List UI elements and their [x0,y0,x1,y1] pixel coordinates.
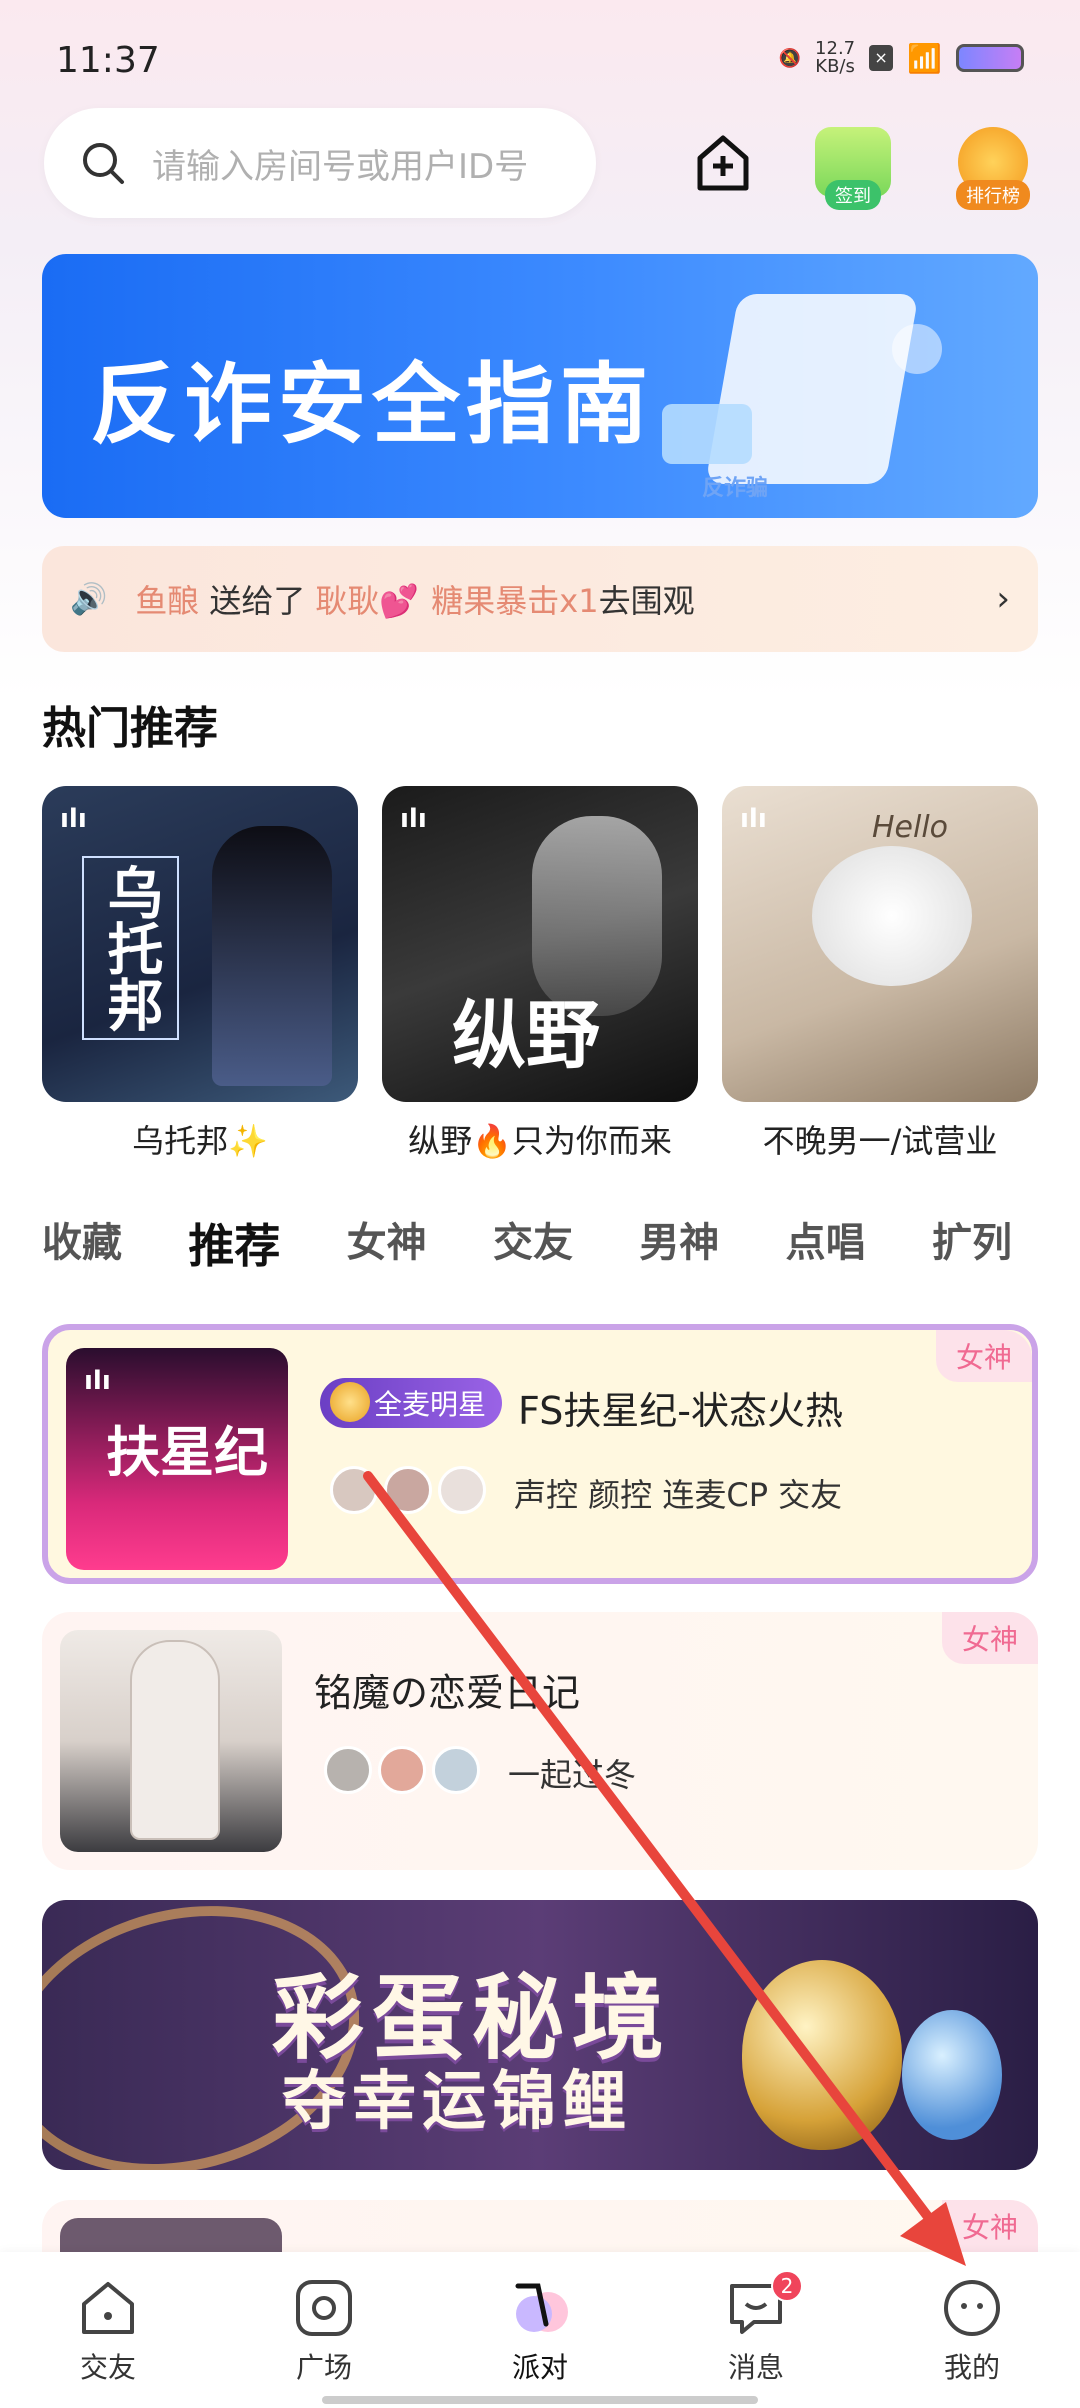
hot-room-card[interactable]: ılı Hello 不晚男一/试营业 [722,786,1038,1162]
net-speed-unit: KB/s [815,56,855,77]
section-title: 热门推荐 [42,703,218,754]
avatar [432,1746,480,1794]
nav-label: 广场 [295,2351,352,2384]
notice-user2: 耿耿💕 [315,582,420,620]
room-thumb: ılı 扶星纪 [66,1348,288,1570]
search-bar[interactable]: 请输入房间号或用户ID号 [44,108,596,218]
checkin-label: 签到 [825,180,881,210]
hot-room-image: ılı 乌托邦 [42,786,358,1102]
avatar [384,1466,432,1514]
tab-sing[interactable]: 点唱 [786,1210,866,1276]
notice-gift: 糖果暴击x1 [431,582,599,620]
audio-bars-icon: ılı [400,804,427,834]
tab-favorites[interactable]: 收藏 [42,1210,122,1276]
room-title: FS扶星纪-状态火热 [518,1389,844,1433]
create-room-icon[interactable] [680,120,766,206]
tab-recommend[interactable]: 推荐 [188,1210,280,1276]
room-avatars [330,1466,492,1514]
search-icon [83,143,124,184]
mute-icon: 🔕 [778,47,802,69]
home-icon [82,2282,134,2334]
profile-face-icon [944,2280,1000,2336]
nav-me[interactable]: 我的 [897,2276,1047,2386]
room-title: 铭魔の恋爱日记 [314,1671,581,1715]
room-card[interactable]: ılı 扶星纪 全麦明星 FS扶星纪-状态火热 声控 颜控 连麦CP 交友 女神 [42,1324,1038,1584]
tab-expand[interactable]: 扩列 [932,1210,1012,1276]
avatar [324,1746,372,1794]
avatar [330,1466,378,1514]
gift-notice[interactable]: 🔊 鱼酿 送给了 耿耿💕 糖果暴击x1 去围观 › [42,546,1038,652]
notice-action: 去围观 [598,582,695,620]
notice-user1: 鱼酿 [135,582,200,620]
category-tabs: 收藏 推荐 女神 交友 男神 点唱 扩列 [42,1210,1042,1276]
bottom-nav: 交友 广场 派对 2 消息 我的 [0,2252,1080,2408]
banner-illustration: 反诈骗 [662,284,962,504]
tab-friends[interactable]: 交友 [493,1210,573,1276]
hot-room-overlay: Hello [872,810,949,845]
egg-subtitle: 夺幸运锦鲤 [282,2065,632,2139]
sim-icon: × [869,45,894,71]
nav-label: 交友 [79,2351,136,2384]
battery-icon [956,44,1024,72]
audio-bars-icon: ılı [84,1366,111,1396]
category-tag: 女神 [941,1612,1038,1664]
crown-icon [330,1382,370,1422]
status-icons: 🔕 12.7 KB/s × 📶 [779,40,1024,76]
nav-label: 派对 [511,2351,568,2384]
checkin-button[interactable]: 签到 [804,112,902,212]
chevron-right-icon: › [996,579,1010,619]
nav-friends[interactable]: 交友 [33,2276,183,2386]
hot-room-image: ılı 纵野 [382,786,698,1102]
category-tag: 女神 [935,1330,1032,1382]
hot-room-card[interactable]: ılı 乌托邦 乌托邦✨ [42,786,358,1162]
tab-goddess[interactable]: 女神 [347,1210,427,1276]
net-speed: 12.7 KB/s [815,40,855,76]
room-thumb-text: 扶星纪 [106,1421,268,1484]
golden-egg-icon [742,1960,902,2150]
hot-room-name: 不晚男一/试营业 [762,1122,998,1160]
blue-egg-icon [902,2010,1002,2140]
nav-square[interactable]: 广场 [249,2276,399,2386]
wifi-icon: 📶 [907,41,942,75]
nav-label: 我的 [943,2351,1000,2384]
search-input[interactable]: 请输入房间号或用户ID号 [152,139,528,188]
hot-room-card[interactable]: ılı 纵野 纵野🔥只为你而来 [382,786,698,1162]
star-badge-label: 全麦明星 [374,1388,487,1421]
banner-title: 反诈安全指南 [90,353,655,456]
room-card[interactable]: 铭魔の恋爱日记 一起过冬 女神 [42,1612,1038,1870]
rank-label: 排行榜 [956,180,1030,210]
audio-bars-icon: ılı [60,804,87,834]
status-time: 11:37 [56,40,160,81]
message-badge: 2 [771,2270,803,2302]
square-icon [296,2280,352,2336]
nav-party[interactable]: 派对 [465,2276,615,2386]
room-thumb [60,1630,282,1852]
rank-button[interactable]: 排行榜 [944,112,1042,212]
avatar [378,1746,426,1794]
egg-event-banner[interactable]: 彩蛋秘境 夺幸运锦鲤 [42,1900,1038,2170]
room-tags: 一起过冬 [508,1756,637,1794]
nav-messages[interactable]: 2 消息 [681,2270,831,2386]
category-tag: 女神 [941,2200,1038,2252]
notice-verb: 送给了 [209,582,306,620]
party-icon [515,2283,568,2332]
hot-room-overlay: 纵野 [452,993,600,1079]
speaker-icon: 🔊 [70,581,108,617]
room-avatars [324,1746,486,1794]
nav-label: 消息 [727,2351,784,2384]
hot-room-name: 乌托邦✨ [132,1122,268,1160]
star-badge: 全麦明星 [320,1378,503,1428]
avatar [438,1466,486,1514]
tab-gods[interactable]: 男神 [639,1210,719,1276]
room-tags: 声控 颜控 连麦CP 交友 [514,1476,843,1514]
hot-room-name: 纵野🔥只为你而来 [408,1122,672,1160]
banner-sub: 反诈骗 [702,476,769,501]
audio-bars-icon: ılı [740,804,767,834]
hot-room-overlay: 乌托邦 [82,856,179,1040]
anti-fraud-banner[interactable]: 反诈安全指南 反诈骗 [42,254,1038,518]
hot-room-image: ılı Hello [722,786,1038,1102]
home-indicator [322,2396,758,2404]
